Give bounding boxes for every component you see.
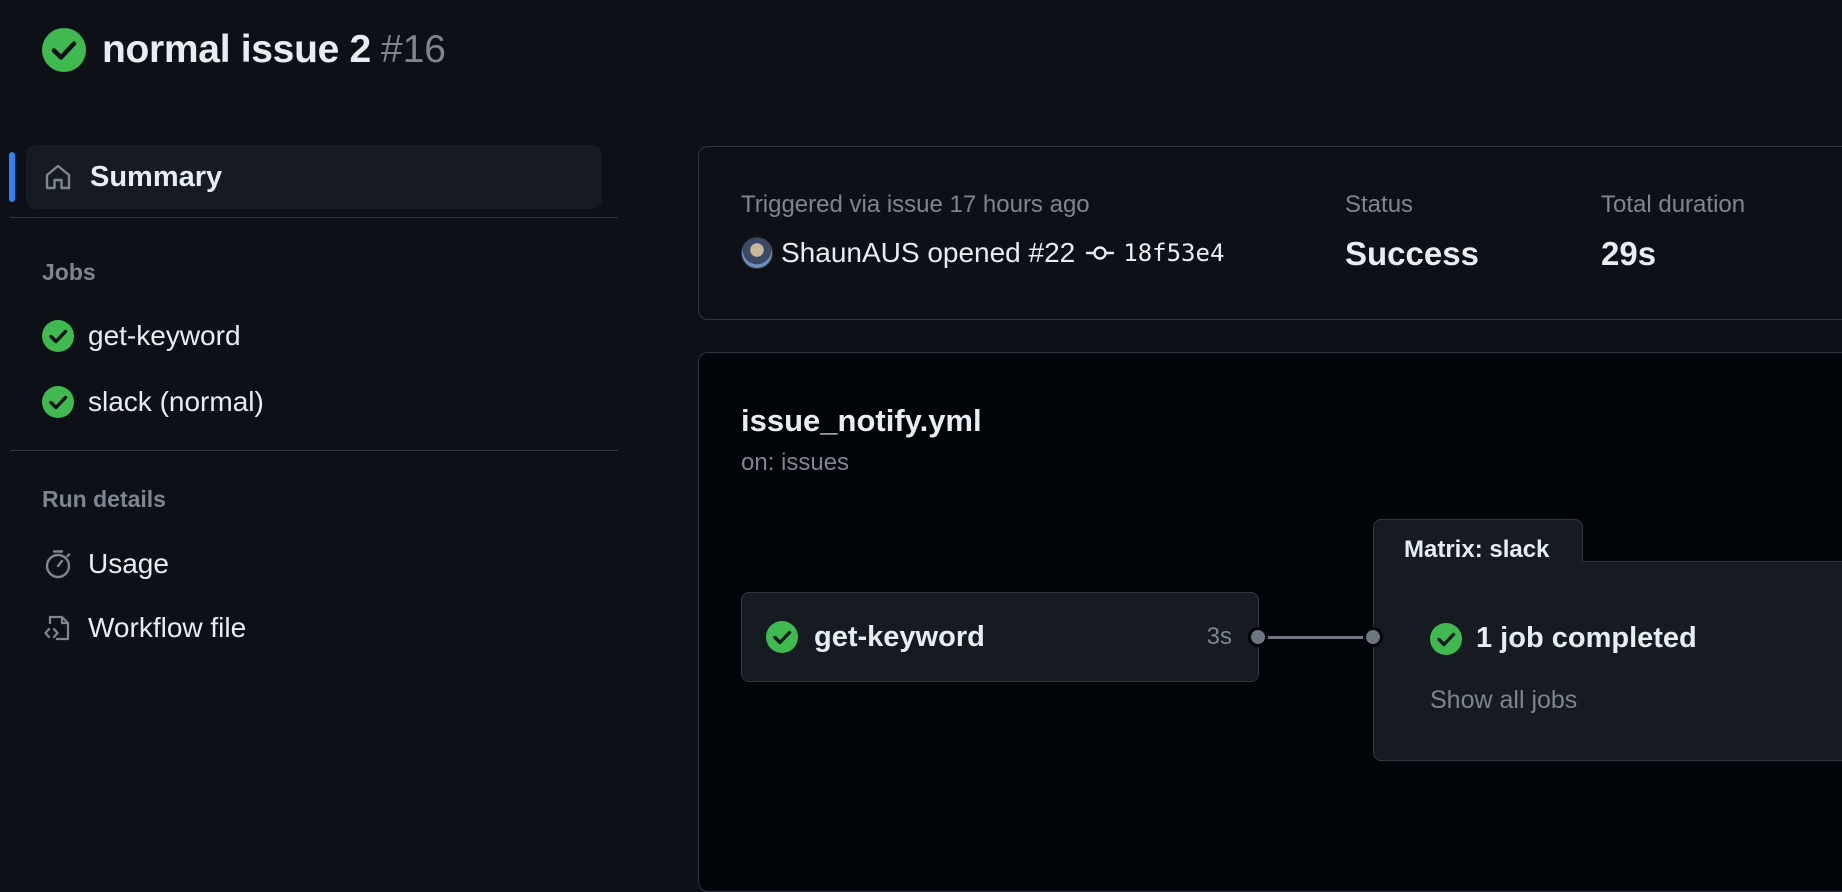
workflow-graph-card: issue_notify.yml on: issues get-keyword … [698, 352, 1842, 892]
job-output-port [1248, 627, 1268, 647]
check-circle-icon [1430, 622, 1462, 655]
file-code-icon [42, 612, 74, 644]
run-number: #16 [380, 28, 446, 71]
show-all-jobs-link[interactable]: Show all jobs [1430, 686, 1577, 715]
sidebar-divider [10, 217, 618, 218]
run-header: normal issue 2 #16 [42, 22, 446, 78]
sidebar-item-label: Workflow file [88, 612, 247, 643]
check-circle-icon [766, 621, 798, 653]
matrix-status-text: 1 job completed [1476, 622, 1697, 654]
sidebar-item-slack-normal[interactable]: slack (normal) [42, 380, 264, 424]
stopwatch-icon [42, 548, 74, 580]
matrix-tab: Matrix: slack [1373, 519, 1583, 563]
triggered-label: Triggered via issue 17 hours ago [741, 191, 1090, 218]
matrix-status: 1 job completed [1430, 622, 1697, 655]
sidebar-divider [10, 450, 618, 451]
active-indicator [9, 152, 15, 202]
workflow-trigger: on: issues [741, 449, 850, 476]
matrix-group-slack[interactable]: 1 job completed Show all jobs [1373, 561, 1842, 761]
duration-value: 29s [1601, 235, 1657, 272]
trigger-details: ShaunAUS opened #22 18f53e4 [741, 235, 1224, 271]
sidebar-item-label: Usage [88, 548, 169, 579]
sidebar-item-label: get-keyword [88, 320, 241, 351]
workflow-file-name[interactable]: issue_notify.yml [741, 403, 982, 439]
sidebar-item-label: slack (normal) [88, 386, 264, 417]
matrix-tab-join [1374, 559, 1582, 563]
sidebar-item-usage[interactable]: Usage [42, 542, 169, 586]
job-node-get-keyword[interactable]: get-keyword 3s [741, 592, 1259, 682]
check-circle-icon [42, 320, 74, 352]
sidebar-item-get-keyword[interactable]: get-keyword [42, 314, 241, 358]
run-title: normal issue 2 [102, 28, 371, 71]
commit-sha-link[interactable]: 18f53e4 [1123, 239, 1224, 267]
sidebar-item-label: Summary [90, 160, 223, 193]
job-name: get-keyword [814, 620, 985, 653]
duration-label: Total duration [1601, 191, 1746, 218]
graph-connector [1259, 636, 1373, 639]
sidebar-item-workflow-file[interactable]: Workflow file [42, 606, 246, 650]
home-icon [42, 161, 74, 193]
jobs-heading: Jobs [42, 259, 96, 285]
status-value: Success [1345, 235, 1479, 272]
matrix-input-port [1363, 627, 1383, 647]
trigger-text[interactable]: ShaunAUS opened #22 [781, 237, 1075, 269]
check-circle-icon [42, 28, 86, 72]
job-duration: 3s [1206, 623, 1232, 650]
run-details-heading: Run details [42, 486, 166, 512]
status-label: Status [1345, 191, 1414, 218]
check-circle-icon [42, 386, 74, 418]
run-summary-card: Triggered via issue 17 hours ago ShaunAU… [698, 146, 1842, 320]
sidebar-item-summary[interactable]: Summary [26, 145, 602, 209]
git-commit-icon [1085, 243, 1115, 263]
avatar[interactable] [741, 237, 773, 269]
